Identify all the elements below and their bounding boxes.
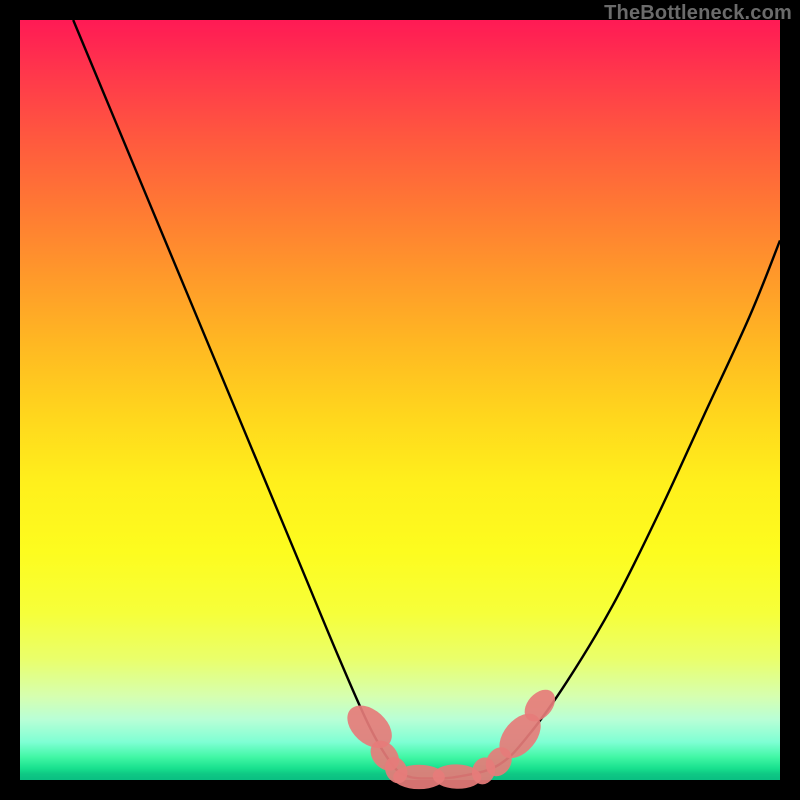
watermark-text: TheBottleneck.com: [604, 2, 792, 25]
chart-svg: [20, 20, 780, 780]
curve-markers: [339, 684, 561, 790]
bottleneck-curve: [73, 20, 780, 778]
bottleneck-curve-path: [73, 20, 780, 778]
chart-frame: TheBottleneck.com: [0, 0, 800, 800]
